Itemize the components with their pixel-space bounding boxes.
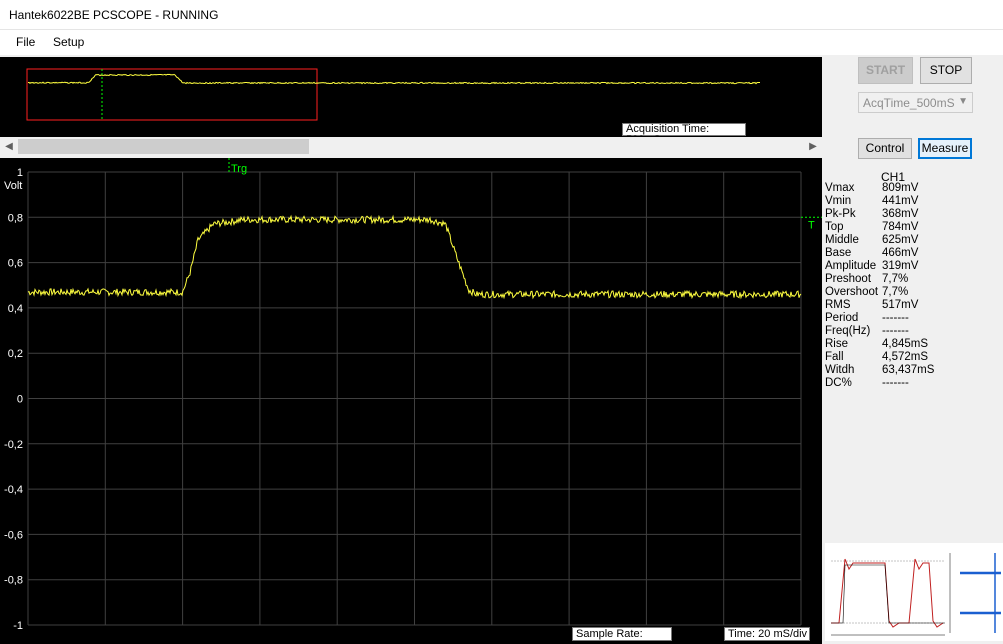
measurement-value: 517mV — [882, 299, 919, 311]
y-tick-label: 0,4 — [8, 303, 23, 315]
measurement-value: 441mV — [882, 195, 919, 207]
scroll-thumb[interactable] — [18, 139, 309, 154]
pulse-parameters-diagram — [825, 543, 1003, 641]
measurement-value: ------- — [882, 312, 909, 324]
y-tick-label: 0,6 — [8, 258, 23, 270]
menu-setup[interactable]: Setup — [53, 35, 84, 49]
measurement-label: Middle — [825, 234, 859, 246]
measurement-value: 7,7% — [882, 286, 909, 298]
measurement-label: Pk-Pk — [825, 208, 856, 220]
window-title: Hantek6022BE PCSCOPE - RUNNING — [9, 8, 219, 22]
measurement-value: 4,572mS — [882, 351, 929, 363]
stop-button[interactable]: STOP — [920, 57, 972, 84]
overview-panel[interactable]: Acquisition Time: 500mS — [0, 57, 822, 146]
y-tick-label: 1 — [17, 167, 23, 179]
measurement-value: 319mV — [882, 260, 919, 272]
y-tick-label: -0,6 — [4, 529, 23, 541]
scope-svg: 1 0,8 0,6 0,4 0,2 0 -0,2 -0,4 -0,6 -0,8 -1 Volt Trg T — [4, 158, 822, 632]
y-tick-label: -0,4 — [4, 484, 23, 496]
menu-file[interactable]: File — [16, 35, 35, 49]
measurement-label: RMS — [825, 299, 851, 311]
measurement-value: 809mV — [882, 182, 919, 194]
y-tick-label: -1 — [13, 620, 23, 632]
zoom-window-rect[interactable] — [26, 68, 318, 121]
acq-time-value: AcqTime_500mS — [863, 96, 955, 110]
measurement-label: Vmin — [825, 195, 852, 207]
chevron-down-icon: ▼ — [958, 96, 968, 107]
scope-display[interactable]: 1 0,8 0,6 0,4 0,2 0 -0,2 -0,4 -0,6 -0,8 -1 Volt Trg T… — [0, 158, 822, 644]
horizontal-scrollbar[interactable]: ◀ ▶ — [0, 137, 822, 157]
measurement-label: Period — [825, 312, 859, 324]
measurement-value: ------- — [882, 377, 909, 389]
measurement-value: 4,845mS — [882, 338, 929, 350]
measurement-label: Base — [825, 247, 852, 259]
y-tick-label: -0,8 — [4, 575, 23, 587]
sample-rate-label: Sample Rate: 1MHz — [572, 627, 672, 644]
overview-trace — [27, 73, 760, 85]
y-tick-label: -0,2 — [4, 439, 23, 451]
measurement-label: DC% — [825, 377, 852, 389]
trigger-label: Trg — [231, 163, 247, 175]
start-button[interactable]: START — [858, 57, 913, 84]
measurement-value: 63,437mS — [882, 364, 935, 376]
measurement-label: Fall — [825, 351, 844, 363]
tab-control[interactable]: Control — [858, 138, 912, 159]
measurement-label: Witdh — [825, 364, 855, 376]
measurement-label: Preshoot — [825, 273, 872, 285]
measurement-label: Amplitude — [825, 260, 877, 272]
measurement-value: 625mV — [882, 234, 919, 246]
acquisition-time-label: Acquisition Time: 500mS — [622, 123, 746, 146]
measurement-label: Freq(Hz) — [825, 325, 871, 337]
measurement-value: 784mV — [882, 221, 919, 233]
measurement-value: 7,7% — [882, 273, 909, 285]
measurement-label: Vmax — [825, 182, 855, 194]
diagram-svg — [831, 553, 1001, 636]
y-tick-label: 0,2 — [8, 348, 23, 360]
y-tick-label: 0 — [17, 394, 23, 406]
scroll-right-icon[interactable]: ▶ — [806, 139, 820, 155]
measurement-value: ------- — [882, 325, 909, 337]
measurement-label: Rise — [825, 338, 849, 350]
menu-bar: File Setup — [0, 30, 1003, 55]
y-tick-label: 0,8 — [8, 212, 23, 224]
scroll-left-icon[interactable]: ◀ — [2, 139, 16, 155]
trigger-level-marker: T — [808, 219, 815, 231]
measurement-label: Overshoot — [825, 286, 879, 298]
acq-time-select[interactable]: AcqTime_500mS ▼ — [858, 92, 973, 113]
title-bar: Hantek6022BE PCSCOPE - RUNNING — [0, 0, 1003, 30]
measurement-value: 466mV — [882, 247, 919, 259]
time-div-label: Time: 20 mS/div — [724, 627, 810, 641]
tab-measure[interactable]: Measure — [918, 138, 972, 159]
measurement-label: Top — [825, 221, 844, 233]
measurement-value: 368mV — [882, 208, 919, 220]
y-axis-unit: Volt — [4, 180, 22, 192]
